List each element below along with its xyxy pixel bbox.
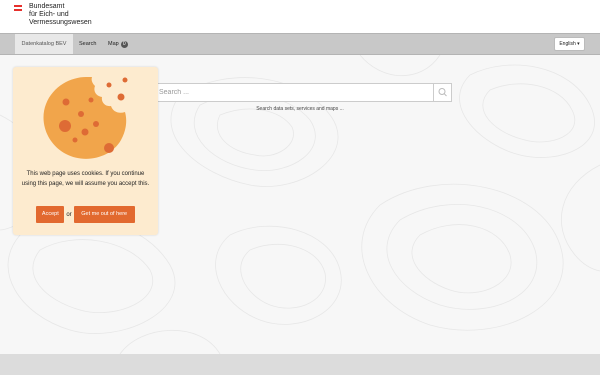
language-dropdown[interactable]: English ▾ bbox=[554, 37, 585, 51]
cookie-consent-popup: This web page uses cookies. If you conti… bbox=[13, 67, 158, 235]
site-logo[interactable]: Bundesamt für Eich- und Vermessungswesen bbox=[14, 3, 92, 27]
main-navbar: Datenkatalog BEV Search Map 0 English ▾ bbox=[0, 33, 600, 55]
cookie-icon bbox=[43, 77, 128, 159]
search-box bbox=[148, 83, 452, 102]
search-input[interactable] bbox=[149, 84, 433, 101]
nav-item-search[interactable]: Search bbox=[79, 34, 96, 54]
search-button[interactable] bbox=[433, 84, 451, 101]
organization-name: Bundesamt für Eich- und Vermessungswesen bbox=[29, 3, 92, 27]
page-footer bbox=[0, 354, 600, 375]
austria-flag-icon bbox=[14, 5, 22, 27]
search-icon bbox=[438, 88, 447, 97]
decline-button[interactable]: Get me out of here bbox=[73, 206, 135, 223]
caret-down-icon: ▾ bbox=[577, 41, 580, 47]
cookie-actions: Accept or Get me out of here bbox=[13, 206, 158, 223]
language-label: English bbox=[559, 41, 576, 47]
org-name-line-2: für Eich- und bbox=[29, 11, 69, 18]
nav-item-datenkatalog[interactable]: Datenkatalog BEV bbox=[15, 34, 73, 54]
accept-button[interactable]: Accept bbox=[36, 206, 65, 223]
org-name-line-3: Vermessungswesen bbox=[29, 19, 92, 26]
site-header: Bundesamt für Eich- und Vermessungswesen bbox=[0, 0, 600, 33]
nav-map-label: Map bbox=[108, 41, 119, 47]
cookie-message: This web page uses cookies. If you conti… bbox=[21, 171, 150, 187]
map-count-badge: 0 bbox=[120, 41, 128, 48]
or-label: or bbox=[66, 211, 72, 218]
search-hint: Search data sets, services and maps ... bbox=[256, 106, 344, 112]
org-name-line-1: Bundesamt bbox=[29, 3, 65, 10]
nav-item-map[interactable]: Map 0 bbox=[108, 34, 128, 54]
